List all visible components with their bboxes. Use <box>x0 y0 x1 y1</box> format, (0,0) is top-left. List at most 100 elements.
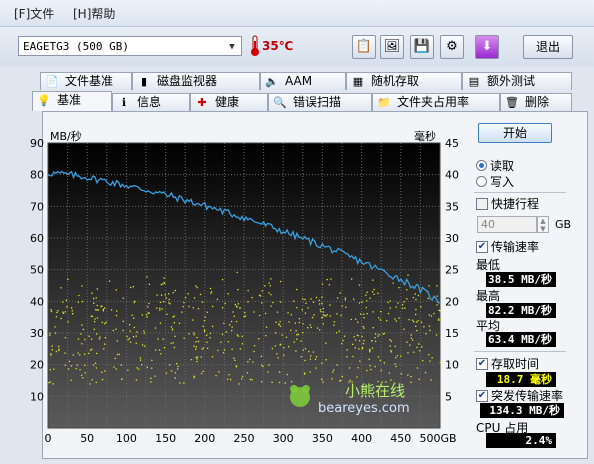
access-time-point <box>132 286 134 288</box>
access-time-point <box>96 317 99 319</box>
access-time-point <box>333 369 335 371</box>
access-time-point <box>406 341 408 343</box>
access-time-point <box>296 307 298 309</box>
access-time-point <box>358 284 361 286</box>
access-time-point <box>88 352 90 355</box>
divider <box>474 351 566 352</box>
access-time-point <box>122 297 124 299</box>
access-time-point <box>400 373 402 375</box>
access-time-point <box>150 381 152 383</box>
access-time-point <box>315 367 317 369</box>
access-time-point <box>104 343 106 345</box>
access-time-point <box>322 307 324 310</box>
access-time-point <box>363 339 365 342</box>
access-time-point <box>358 302 361 304</box>
access-time-point <box>210 292 212 294</box>
access-time-point <box>339 380 341 382</box>
access-time-point <box>296 338 298 340</box>
access-time-point <box>195 348 197 350</box>
access-time-point <box>307 307 309 309</box>
access-time-point <box>425 333 427 335</box>
access-time-point <box>81 324 83 326</box>
access-time-point <box>162 338 164 340</box>
access-time-point <box>159 307 161 309</box>
access-time-point <box>298 321 300 324</box>
start-button[interactable]: 开始 <box>478 123 552 143</box>
access-time-point <box>146 366 148 368</box>
access-time-point <box>279 280 282 283</box>
access-time-point <box>49 332 51 335</box>
burst-rate-checkbox[interactable]: ✔ <box>476 390 488 402</box>
write-radio[interactable] <box>476 176 487 187</box>
access-time-point <box>140 359 142 361</box>
access-time-point <box>80 333 82 335</box>
access-time-point <box>418 343 420 345</box>
access-time-point <box>377 335 379 337</box>
transfer-rate-checkbox[interactable]: ✔ <box>476 241 488 253</box>
access-time-point <box>136 367 138 369</box>
access-time-point <box>201 301 204 303</box>
access-time-point <box>428 325 431 327</box>
y-right-tick-label: 45 <box>445 137 459 150</box>
access-time-point <box>268 364 270 366</box>
access-time-point <box>419 350 421 352</box>
access-time-point <box>52 383 54 385</box>
access-time-point <box>217 349 219 352</box>
access-time-point <box>436 295 438 297</box>
access-time-point <box>54 326 56 328</box>
access-time-point <box>190 359 193 361</box>
access-time-point <box>177 365 179 368</box>
access-time-point <box>163 282 166 284</box>
access-time-point <box>101 378 104 381</box>
access-time-point <box>221 279 224 281</box>
access-time-point <box>307 327 309 329</box>
access-time-point <box>206 334 208 336</box>
y-left-tick-label: 90 <box>30 137 44 150</box>
short-stroke-spinner[interactable]: ▲ ▼ <box>537 216 549 233</box>
short-stroke-input[interactable]: 40 <box>477 216 537 233</box>
access-time-point <box>237 303 239 305</box>
access-time-point <box>81 343 83 345</box>
access-time-point <box>151 359 153 361</box>
access-time-point <box>158 349 161 351</box>
access-time-point <box>239 307 241 309</box>
access-time-point <box>269 285 271 287</box>
access-time-point <box>284 382 286 384</box>
access-time-point <box>295 330 297 332</box>
access-time-point <box>193 334 195 336</box>
access-time-point <box>122 329 124 332</box>
access-time-point <box>353 336 355 338</box>
access-time-point <box>439 310 441 312</box>
access-time-point <box>84 372 86 374</box>
access-time-point <box>435 334 438 336</box>
access-time-point <box>349 379 351 382</box>
access-time-point <box>197 308 200 310</box>
access-time-point <box>352 355 354 358</box>
short-stroke-checkbox[interactable] <box>476 198 488 210</box>
access-time-point <box>304 298 306 301</box>
access-time-point <box>99 336 101 338</box>
access-time-point <box>297 333 299 336</box>
access-time-point <box>182 306 184 308</box>
burst-rate-label: 突发传输速率 <box>491 389 564 403</box>
access-time-point <box>332 371 334 373</box>
access-time-point <box>200 356 202 358</box>
access-time-point <box>223 322 225 324</box>
access-time-point <box>49 381 51 383</box>
x-tick-label: 50 <box>80 432 94 445</box>
x-tick-label: 350 <box>312 432 333 445</box>
access-time-point <box>126 335 128 338</box>
access-time-point <box>383 362 385 364</box>
access-time-point <box>114 357 116 360</box>
access-time-point <box>231 326 233 328</box>
access-time-point <box>147 306 149 308</box>
access-time-point <box>366 313 368 315</box>
access-time-point <box>430 379 432 381</box>
access-time-point <box>93 328 95 330</box>
access-time-point <box>236 271 238 274</box>
access-time-point <box>156 307 158 309</box>
access-time-checkbox[interactable]: ✔ <box>476 358 488 370</box>
read-radio[interactable] <box>476 160 487 171</box>
x-tick-label: 450 <box>390 432 411 445</box>
access-time-point <box>286 373 288 376</box>
